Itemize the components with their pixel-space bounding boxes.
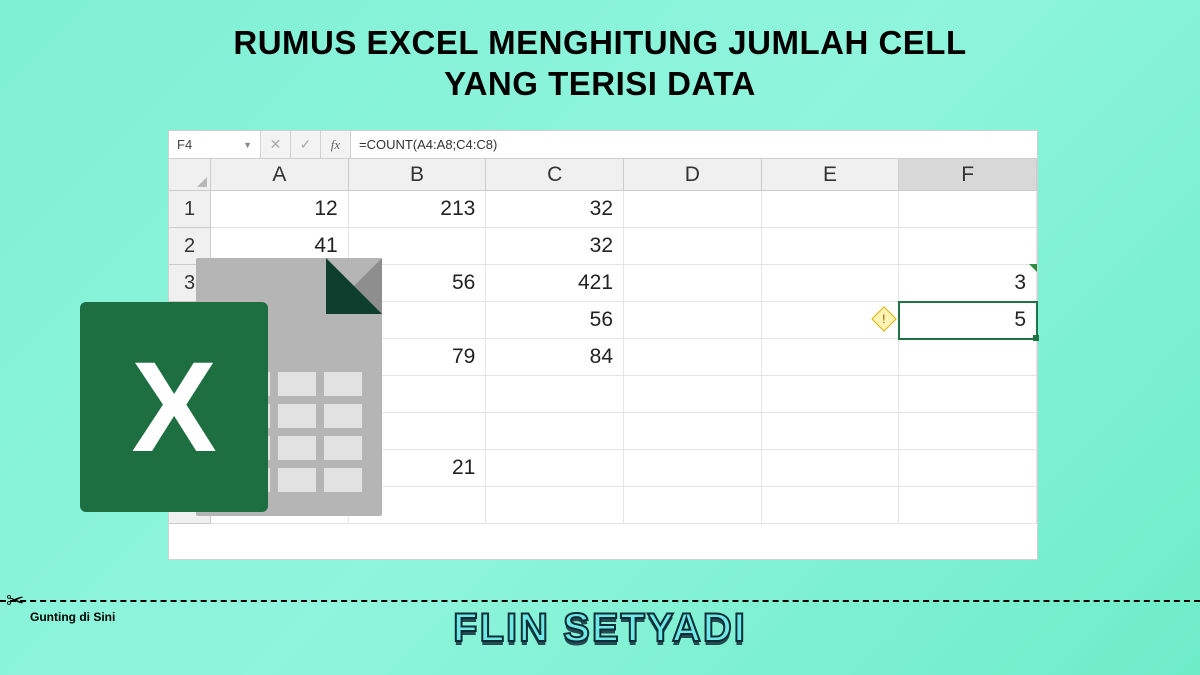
cell-F9[interactable] — [899, 487, 1037, 524]
cell-F7[interactable] — [899, 413, 1037, 450]
col-header-B[interactable]: B — [349, 159, 487, 191]
cell-E2[interactable] — [762, 228, 900, 265]
col-header-C[interactable]: C — [486, 159, 624, 191]
col-header-E[interactable]: E — [762, 159, 900, 191]
scissors-icon: ✂ — [6, 588, 24, 614]
name-box-value: F4 — [177, 137, 192, 152]
cell-E5[interactable] — [762, 339, 900, 376]
col-header-F[interactable]: F — [899, 159, 1037, 191]
cell-D6[interactable] — [624, 376, 762, 413]
cell-E9[interactable] — [762, 487, 900, 524]
title-line2: YANG TERISI DATA — [444, 65, 756, 102]
cell-C8[interactable] — [486, 450, 624, 487]
select-all-corner[interactable] — [169, 159, 211, 191]
cell-F6[interactable] — [899, 376, 1037, 413]
cell-D3[interactable] — [624, 265, 762, 302]
cell-D7[interactable] — [624, 413, 762, 450]
cell-E8[interactable] — [762, 450, 900, 487]
cell-A1[interactable]: 12 — [211, 191, 349, 228]
cell-C7[interactable] — [486, 413, 624, 450]
cell-F4[interactable]: 5 ! — [899, 302, 1037, 339]
cell-C2[interactable]: 32 — [486, 228, 624, 265]
excel-file-icon: X — [80, 258, 382, 560]
cell-F1[interactable] — [899, 191, 1037, 228]
cell-F2[interactable] — [899, 228, 1037, 265]
error-triangle-icon — [1029, 264, 1037, 272]
cell-E3[interactable] — [762, 265, 900, 302]
col-header-D[interactable]: D — [624, 159, 762, 191]
column-headers: A B C D E F — [211, 159, 1037, 191]
formula-bar: F4 ▼ ✕ ✓ fx =COUNT(A4:A8;C4:C8) — [169, 131, 1037, 159]
fx-icon[interactable]: fx — [321, 131, 351, 158]
cell-C1[interactable]: 32 — [486, 191, 624, 228]
cell-C9[interactable] — [486, 487, 624, 524]
cell-D4[interactable] — [624, 302, 762, 339]
cell-C5[interactable]: 84 — [486, 339, 624, 376]
col-header-A[interactable]: A — [211, 159, 349, 191]
cell-D9[interactable] — [624, 487, 762, 524]
formula-input[interactable]: =COUNT(A4:A8;C4:C8) — [351, 131, 1037, 158]
title-line1: RUMUS EXCEL MENGHITUNG JUMLAH CELL — [233, 24, 966, 61]
excel-icon-letter: X — [131, 334, 216, 481]
cell-E1[interactable] — [762, 191, 900, 228]
cell-D5[interactable] — [624, 339, 762, 376]
cut-line — [0, 600, 1200, 602]
table-row: 12 213 32 — [211, 191, 1037, 228]
cell-F8[interactable] — [899, 450, 1037, 487]
formula-cancel-icon[interactable]: ✕ — [261, 131, 291, 158]
name-box[interactable]: F4 ▼ — [169, 131, 261, 158]
cell-B1[interactable]: 213 — [349, 191, 487, 228]
cell-E7[interactable] — [762, 413, 900, 450]
cut-label: Gunting di Sini — [30, 610, 115, 624]
formula-accept-icon[interactable]: ✓ — [291, 131, 321, 158]
cell-E6[interactable] — [762, 376, 900, 413]
row-header-1[interactable]: 1 — [169, 191, 211, 228]
excel-icon-badge: X — [80, 302, 268, 512]
cell-C4[interactable]: 56 — [486, 302, 624, 339]
brand-watermark: FLIN SETYADI — [453, 606, 747, 651]
cell-D8[interactable] — [624, 450, 762, 487]
cell-C3[interactable]: 421 — [486, 265, 624, 302]
cell-C6[interactable] — [486, 376, 624, 413]
name-box-dropdown-icon[interactable]: ▼ — [243, 140, 252, 150]
page-title: RUMUS EXCEL MENGHITUNG JUMLAH CELL YANG … — [0, 0, 1200, 105]
cell-F5[interactable] — [899, 339, 1037, 376]
formula-text: =COUNT(A4:A8;C4:C8) — [359, 137, 497, 152]
cell-D1[interactable] — [624, 191, 762, 228]
cell-D2[interactable] — [624, 228, 762, 265]
cell-F3[interactable]: 3 — [899, 265, 1037, 302]
